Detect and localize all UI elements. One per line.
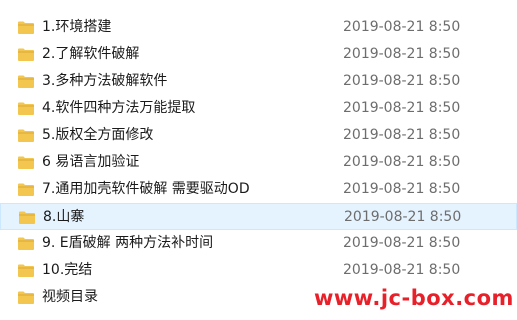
folder-icon [18,237,34,250]
watermark-text: www.jc-box.com [314,286,514,310]
folder-icon [18,183,34,196]
folder-row-7[interactable]: 7.通用加壳软件破解 需要驱动OD 2019-08-21 8:50 [0,176,517,203]
folder-icon [18,264,34,277]
folder-name: 视频目录 [42,289,98,305]
folder-row-6[interactable]: 6 易语言加验证 2019-08-21 8:50 [0,149,517,176]
folder-date: 2019-08-21 8:50 [343,181,461,197]
folder-date: 2019-08-21 8:50 [344,209,462,225]
folder-icon [18,102,34,115]
folder-icon [18,75,34,88]
folder-name: 5.版权全方面修改 [42,127,154,143]
folder-name: 7.通用加壳软件破解 需要驱动OD [42,181,250,197]
folder-name: 9. E盾破解 两种方法补时间 [42,235,214,251]
folder-row-5[interactable]: 5.版权全方面修改 2019-08-21 8:50 [0,122,517,149]
folder-date: 2019-08-21 8:50 [343,100,461,116]
folder-name: 1.环境搭建 [42,19,112,35]
folder-row-8-selected[interactable]: 8.山寨 2019-08-21 8:50 [0,203,517,230]
folder-icon [18,48,34,61]
folder-name: 6 易语言加验证 [42,154,140,170]
folder-name: 10.完结 [42,262,93,278]
folder-name: 2.了解软件破解 [42,46,140,62]
folder-icon [18,21,34,34]
folder-row-9[interactable]: 9. E盾破解 两种方法补时间 2019-08-21 8:50 [0,230,517,257]
folder-date: 2019-08-21 8:50 [343,154,461,170]
folder-date: 2019-08-21 8:50 [343,235,461,251]
folder-icon [18,129,34,142]
file-list: 1.环境搭建 2019-08-21 8:50 2.了解软件破解 2019-08-… [0,14,517,311]
folder-date: 2019-08-21 8:50 [343,127,461,143]
folder-row-10[interactable]: 10.完结 2019-08-21 8:50 [0,257,517,284]
folder-date: 2019-08-21 8:50 [343,262,461,278]
folder-icon [18,291,34,304]
folder-icon [18,156,34,169]
folder-icon [19,211,35,224]
folder-row-4[interactable]: 4.软件四种方法万能提取 2019-08-21 8:50 [0,95,517,122]
folder-date: 2019-08-21 8:50 [343,73,461,89]
folder-row-1[interactable]: 1.环境搭建 2019-08-21 8:50 [0,14,517,41]
folder-date: 2019-08-21 8:50 [343,19,461,35]
folder-name: 4.软件四种方法万能提取 [42,100,196,116]
folder-date: 2019-08-21 8:50 [343,46,461,62]
folder-name: 8.山寨 [43,209,85,225]
folder-name: 3.多种方法破解软件 [42,73,168,89]
folder-row-3[interactable]: 3.多种方法破解软件 2019-08-21 8:50 [0,68,517,95]
folder-row-2[interactable]: 2.了解软件破解 2019-08-21 8:50 [0,41,517,68]
